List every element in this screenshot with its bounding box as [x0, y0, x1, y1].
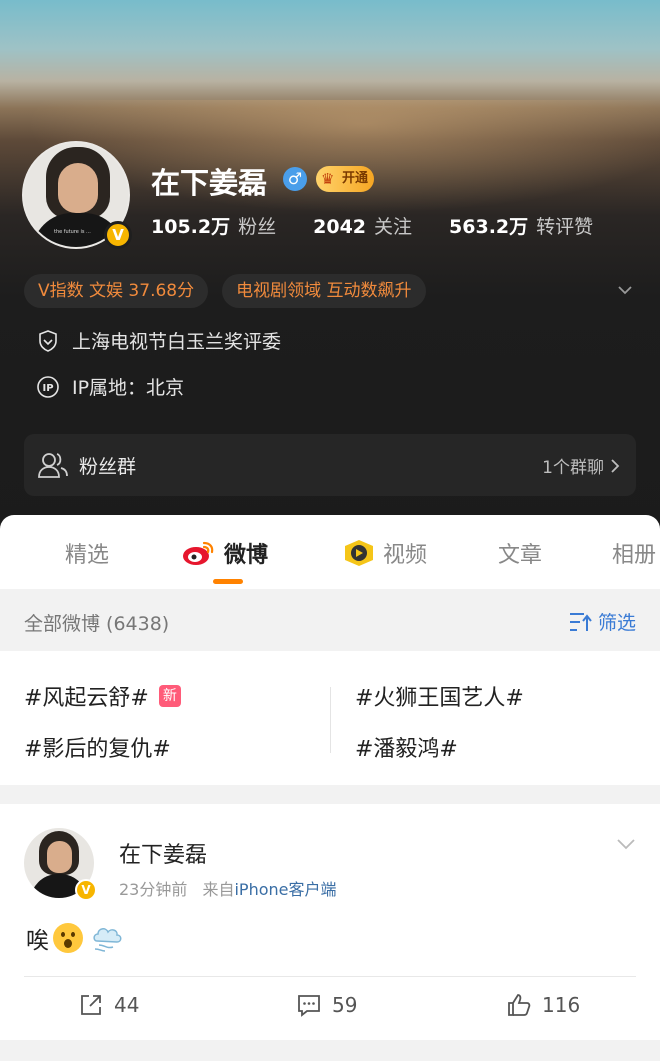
people-icon	[38, 453, 68, 478]
vip-open-button[interactable]: ♛ 开通	[316, 166, 375, 192]
info-text: 上海电视节白玉兰奖评委	[72, 331, 282, 353]
svg-text:IP: IP	[42, 383, 53, 394]
chevron-down-icon[interactable]	[617, 282, 633, 298]
post-content: 唉	[26, 921, 125, 955]
tab-featured[interactable]: 精选	[65, 537, 109, 569]
like-button[interactable]: 116	[506, 992, 580, 1018]
post-time: 23分钟前	[119, 880, 188, 899]
filter-label: 筛选	[597, 612, 636, 634]
ip-icon: IP	[37, 375, 59, 398]
stat-following[interactable]: 2042 关注	[313, 212, 412, 239]
puff-emoji	[93, 928, 122, 952]
post-card: V 在下姜磊 23分钟前 来自iPhone客户端 唉 44 59 116	[0, 804, 660, 1040]
filter-bar: 全部微博 (6438) 筛选	[0, 589, 660, 651]
chevron-right-icon	[611, 458, 620, 473]
comment-icon	[298, 995, 320, 1017]
stat-label: 转评赞	[536, 216, 594, 238]
stat-value: 2042	[313, 216, 367, 238]
repost-count: 44	[114, 993, 140, 1017]
filter-button[interactable]: 筛选	[568, 608, 636, 635]
info-text: IP属地：北京	[72, 377, 185, 399]
post-source-prefix: 来自	[202, 880, 235, 899]
stat-followers[interactable]: 105.2万 粉丝	[151, 212, 276, 239]
verified-badge-icon: V	[104, 221, 132, 249]
fan-group-count-label: 1个群聊	[542, 458, 604, 478]
chevron-down-icon[interactable]	[616, 837, 636, 851]
active-tab-indicator	[213, 579, 243, 584]
thumbs-up-icon	[508, 994, 531, 1016]
male-gender-icon: ♂	[283, 167, 307, 191]
tab-articles[interactable]: 文章	[498, 537, 542, 569]
shield-icon	[39, 329, 57, 352]
vip-open-label: 开通	[342, 171, 369, 186]
verified-badge-icon: V	[75, 879, 97, 901]
info-row-ip: IP IP属地：北京	[36, 373, 184, 400]
topic-item[interactable]: #潘毅鸿#	[355, 731, 458, 763]
topic-text: #风起云舒#	[24, 686, 149, 711]
topic-item[interactable]: #火狮王国艺人#	[355, 680, 524, 712]
post-count-label: 全部微博 (6438)	[24, 613, 170, 635]
topic-text: #火狮王国艺人#	[355, 686, 524, 711]
fan-group-row[interactable]: 粉丝群 1个群聊	[24, 434, 636, 496]
tab-label: 文章	[498, 543, 543, 568]
stat-label: 关注	[374, 216, 413, 238]
topic-item[interactable]: #影后的复仇#	[24, 731, 171, 763]
weibo-logo-icon	[183, 541, 214, 565]
topic-text: #影后的复仇#	[24, 737, 171, 762]
surprised-face-emoji	[53, 923, 83, 953]
stat-value: 105.2万	[151, 216, 231, 238]
post-source[interactable]: iPhone客户端	[234, 880, 336, 899]
topics-panel: #风起云舒# 新 #火狮王国艺人# #影后的复仇# #潘毅鸿#	[0, 651, 660, 785]
video-play-icon	[345, 540, 373, 566]
fan-group-count: 1个群聊	[542, 453, 620, 478]
post-actions-divider	[24, 976, 636, 977]
tab-album[interactable]: 相册	[612, 537, 656, 569]
topic-item[interactable]: #风起云舒# 新	[24, 680, 181, 712]
like-count: 116	[542, 993, 581, 1017]
crown-icon: ♛	[321, 170, 335, 188]
comment-button[interactable]: 59	[296, 992, 357, 1018]
post-text: 唉	[26, 928, 49, 954]
topics-divider	[330, 687, 331, 753]
profile-tabs: 精选 微博 视频 文章 相册	[0, 515, 660, 589]
topic-text: #潘毅鸿#	[355, 737, 458, 762]
tab-label: 相册	[612, 543, 657, 568]
tab-label: 视频	[383, 543, 428, 568]
tab-label: 微博	[224, 543, 269, 568]
comment-count: 59	[332, 993, 358, 1017]
info-row-award: 上海电视节白玉兰奖评委	[36, 327, 281, 354]
tab-label: 精选	[65, 543, 110, 568]
share-icon	[81, 995, 101, 1015]
repost-button[interactable]: 44	[78, 992, 139, 1018]
post-meta: 23分钟前 来自iPhone客户端	[119, 876, 337, 900]
domain-pill[interactable]: 电视剧领域 互动数飙升	[222, 274, 426, 308]
fan-group-title: 粉丝群	[79, 456, 137, 478]
v-index-pill[interactable]: V指数 文娱 37.68分	[24, 274, 209, 308]
stat-label: 粉丝	[238, 216, 277, 238]
profile-stats: 105.2万 粉丝 2042 关注 563.2万 转评赞	[151, 212, 593, 239]
profile-header: the future is ... V 在下姜磊 ♂ ♛ 开通 105.2万 粉丝…	[0, 0, 660, 540]
new-badge: 新	[158, 685, 181, 707]
stat-interactions[interactable]: 563.2万 转评赞	[449, 212, 593, 239]
filter-icon	[569, 612, 592, 631]
profile-pills: V指数 文娱 37.68分 电视剧领域 互动数飙升	[24, 274, 426, 308]
tab-video[interactable]: 视频	[343, 537, 427, 569]
post-author-name[interactable]: 在下姜磊	[119, 837, 207, 869]
stat-value: 563.2万	[449, 216, 529, 238]
profile-name: 在下姜磊	[151, 166, 268, 200]
tab-weibo[interactable]: 微博	[182, 537, 268, 569]
